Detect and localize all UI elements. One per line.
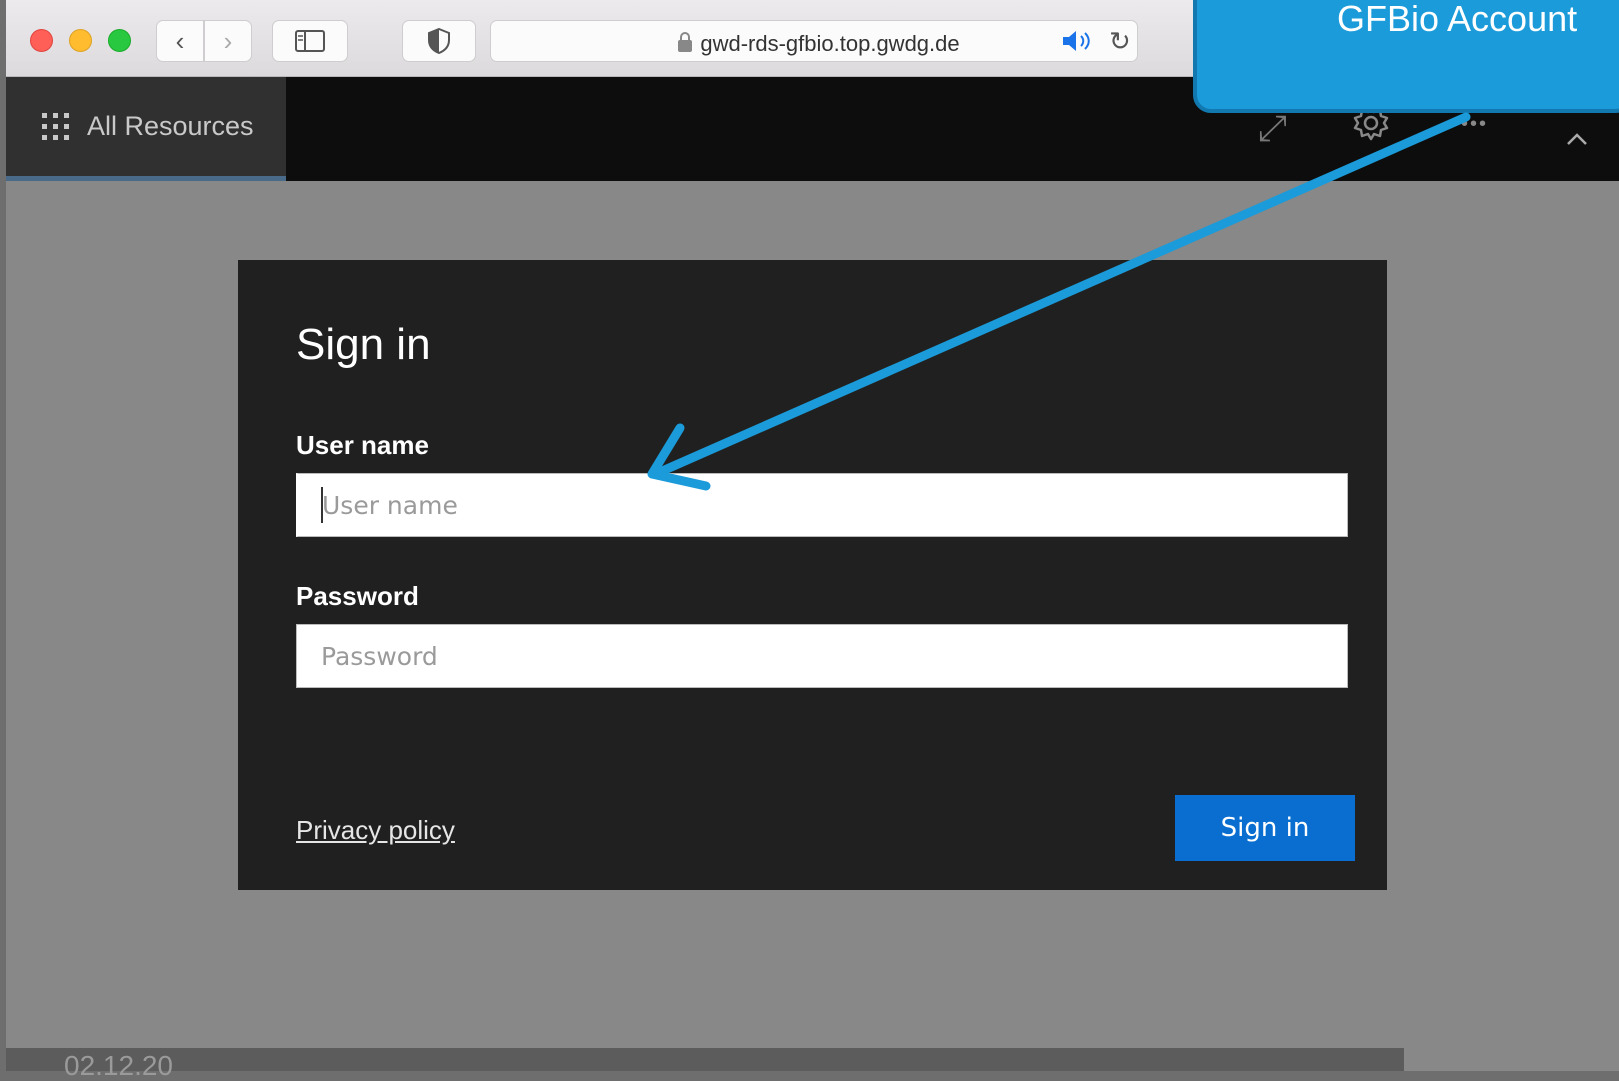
- forward-button[interactable]: ›: [204, 20, 252, 62]
- chevron-right-icon: ›: [223, 25, 233, 56]
- chevron-up-icon[interactable]: [1566, 132, 1588, 146]
- sign-in-dialog: Sign in User name Password Privacy polic…: [238, 260, 1387, 890]
- all-resources-label: All Resources: [87, 111, 254, 141]
- all-resources-tab[interactable]: All Resources: [6, 77, 286, 181]
- address-bar[interactable]: gwd-rds-gfbio.top.gwdg.de ↻: [490, 20, 1138, 62]
- sidebar-icon: [295, 30, 325, 52]
- sidebar-toggle-button[interactable]: [272, 20, 348, 62]
- close-window-button[interactable]: [30, 29, 53, 52]
- url-text: gwd-rds-gfbio.top.gwdg.de: [700, 31, 960, 56]
- more-icon[interactable]: •••: [1461, 113, 1488, 136]
- footer-strip: [6, 1048, 1404, 1071]
- sign-in-button[interactable]: Sign in: [1175, 795, 1355, 861]
- password-input[interactable]: [296, 624, 1348, 688]
- username-label: User name: [296, 430, 429, 460]
- username-input[interactable]: [296, 473, 1348, 537]
- password-label: Password: [296, 581, 419, 611]
- zoom-window-button[interactable]: [108, 29, 131, 52]
- callout-text: GFBio Account: [1337, 0, 1578, 39]
- reload-icon[interactable]: ↻: [1109, 26, 1131, 57]
- app-grid-icon: [42, 113, 69, 140]
- minimize-window-button[interactable]: [69, 29, 92, 52]
- privacy-policy-link[interactable]: Privacy policy: [296, 815, 455, 846]
- privacy-report-button[interactable]: [402, 20, 476, 62]
- back-button[interactable]: ‹: [156, 20, 204, 62]
- shield-icon: [428, 28, 450, 54]
- browser-window: ‹ › gwd-rds-gfbio.top.gwdg.de ↻ All Reso…: [6, 0, 1619, 1080]
- speaker-icon[interactable]: [1061, 29, 1095, 53]
- annotation-callout: GFBio Account: [1193, 0, 1619, 113]
- dialog-title: Sign in: [296, 320, 431, 369]
- slide-date: 02.12.20: [64, 1050, 173, 1081]
- lock-icon: [678, 32, 693, 52]
- chevron-left-icon: ‹: [175, 25, 185, 56]
- expand-icon[interactable]: ⤢: [1258, 107, 1287, 150]
- text-caret: [321, 487, 323, 523]
